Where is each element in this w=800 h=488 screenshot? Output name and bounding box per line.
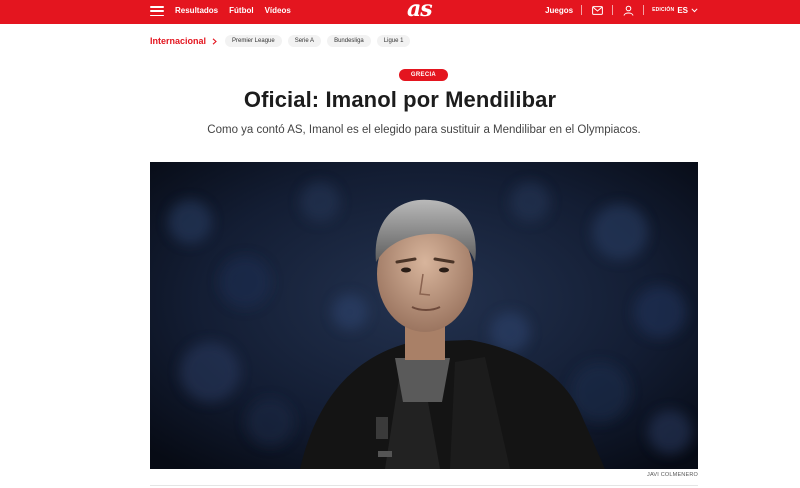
- juegos-link[interactable]: Juegos: [545, 6, 573, 15]
- header-divider: [643, 5, 645, 15]
- edition-label: EDICIÓN: [652, 7, 675, 13]
- edition-selector[interactable]: EDICIÓN ES: [652, 6, 698, 15]
- header-divider: [581, 5, 583, 15]
- nav-link-videos[interactable]: Vídeos: [265, 6, 291, 15]
- main-nav: Resultados Fútbol Vídeos: [175, 0, 291, 20]
- section-current[interactable]: Internacional: [150, 36, 206, 46]
- nav-link-futbol[interactable]: Fútbol: [229, 6, 253, 15]
- site-logo[interactable]: as: [407, 0, 433, 20]
- edition-value: ES: [677, 5, 688, 15]
- hamburger-menu-icon[interactable]: [150, 4, 164, 18]
- chevron-down-icon: [691, 7, 698, 12]
- article-subtitle: Como ya contó AS, Imanol es el elegido p…: [207, 124, 641, 136]
- chip-bundesliga[interactable]: Bundesliga: [327, 35, 371, 47]
- chip-serie-a[interactable]: Serie A: [287, 35, 322, 47]
- chip-premier-league[interactable]: Premier League: [225, 35, 282, 47]
- user-icon[interactable]: [621, 3, 635, 17]
- nav-link-resultados[interactable]: Resultados: [175, 6, 218, 15]
- photo-credit: JAVI COLMENERO: [647, 472, 698, 478]
- chip-ligue-1[interactable]: Ligue 1: [376, 35, 411, 47]
- header-right: Juegos EDICIÓN ES: [545, 0, 698, 20]
- section-nav: Internacional Premier League Serie A Bun…: [150, 33, 416, 49]
- content-divider: [150, 485, 698, 486]
- mail-icon[interactable]: [590, 3, 604, 17]
- article-title: Oficial: Imanol por Mendilibar: [243, 87, 557, 112]
- header-divider: [612, 5, 614, 15]
- article-photo: [150, 162, 698, 469]
- chevron-right-icon: [212, 37, 217, 45]
- top-bar: Resultados Fútbol Vídeos as Juegos EDICI…: [0, 0, 800, 24]
- article-tag[interactable]: GRECIA: [399, 69, 448, 81]
